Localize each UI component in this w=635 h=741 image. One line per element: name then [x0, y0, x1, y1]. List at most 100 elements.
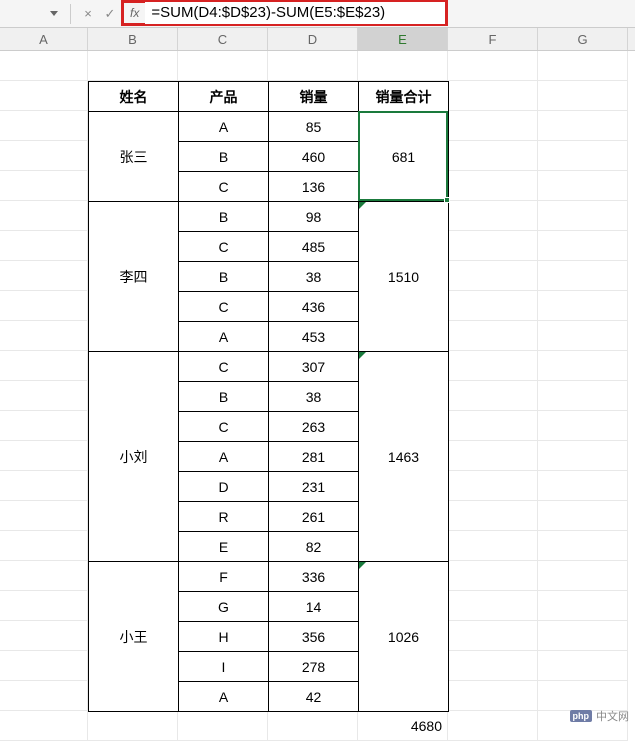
grid-cell[interactable]: [0, 291, 88, 321]
grid-cell[interactable]: [538, 351, 628, 381]
product-cell[interactable]: A: [179, 322, 269, 352]
total-cell[interactable]: 681: [359, 112, 449, 202]
grid-cell[interactable]: [0, 471, 88, 501]
header-name[interactable]: 姓名: [89, 82, 179, 112]
product-cell[interactable]: B: [179, 142, 269, 172]
product-cell[interactable]: H: [179, 622, 269, 652]
grid-cell[interactable]: [448, 681, 538, 711]
sales-cell[interactable]: 42: [269, 682, 359, 712]
grid-cell[interactable]: [178, 711, 268, 741]
sales-cell[interactable]: 85: [269, 112, 359, 142]
product-cell[interactable]: I: [179, 652, 269, 682]
grid-cell[interactable]: [0, 201, 88, 231]
grid-cell[interactable]: [0, 261, 88, 291]
sales-cell[interactable]: 307: [269, 352, 359, 382]
grid-cell[interactable]: [448, 651, 538, 681]
grid-cell[interactable]: [538, 231, 628, 261]
sales-cell[interactable]: 231: [269, 472, 359, 502]
product-cell[interactable]: B: [179, 262, 269, 292]
grid-cell[interactable]: [0, 411, 88, 441]
grid-cell[interactable]: [448, 231, 538, 261]
grid-cell[interactable]: [448, 201, 538, 231]
header-sales[interactable]: 销量: [269, 82, 359, 112]
grid-cell[interactable]: [538, 561, 628, 591]
sales-cell[interactable]: 356: [269, 622, 359, 652]
grid-cell[interactable]: [448, 351, 538, 381]
sales-cell[interactable]: 136: [269, 172, 359, 202]
grid-cell[interactable]: [0, 441, 88, 471]
grid-cell[interactable]: [0, 141, 88, 171]
grid-cell[interactable]: [448, 381, 538, 411]
grid-cell[interactable]: [448, 81, 538, 111]
grid-cell[interactable]: [538, 651, 628, 681]
total-cell[interactable]: 1026: [359, 562, 449, 712]
product-cell[interactable]: D: [179, 472, 269, 502]
grid-cell[interactable]: [448, 141, 538, 171]
col-header-D[interactable]: D: [268, 28, 358, 50]
col-header-C[interactable]: C: [178, 28, 268, 50]
col-header-G[interactable]: G: [538, 28, 628, 50]
grid-cell[interactable]: [0, 711, 88, 741]
sales-cell[interactable]: 453: [269, 322, 359, 352]
grid-cell[interactable]: [448, 621, 538, 651]
grid-cell[interactable]: [0, 171, 88, 201]
product-cell[interactable]: E: [179, 532, 269, 562]
grid-cell[interactable]: [0, 321, 88, 351]
grid-cell[interactable]: [538, 441, 628, 471]
total-cell[interactable]: 1463: [359, 352, 449, 562]
grid-cell[interactable]: [0, 651, 88, 681]
grid-cell[interactable]: [538, 81, 628, 111]
product-cell[interactable]: B: [179, 202, 269, 232]
grid-cell[interactable]: [538, 111, 628, 141]
grand-total-cell[interactable]: 4680: [358, 711, 448, 741]
grid-cell[interactable]: [0, 381, 88, 411]
name-box[interactable]: [4, 4, 64, 24]
header-total[interactable]: 销量合计: [359, 82, 449, 112]
col-header-F[interactable]: F: [448, 28, 538, 50]
sales-cell[interactable]: 38: [269, 262, 359, 292]
grid-cell[interactable]: [538, 531, 628, 561]
grid-cell[interactable]: [538, 501, 628, 531]
grid-cell[interactable]: [448, 471, 538, 501]
sales-cell[interactable]: 14: [269, 592, 359, 622]
grid-cell[interactable]: [538, 261, 628, 291]
grid-cell[interactable]: [448, 291, 538, 321]
grid-cell[interactable]: [448, 171, 538, 201]
grid-cell[interactable]: [538, 681, 628, 711]
sales-cell[interactable]: 436: [269, 292, 359, 322]
sales-cell[interactable]: 278: [269, 652, 359, 682]
enter-button[interactable]: ✓: [99, 3, 121, 25]
grid-cell[interactable]: [448, 321, 538, 351]
product-cell[interactable]: A: [179, 442, 269, 472]
grid-cell[interactable]: [268, 711, 358, 741]
name-cell[interactable]: 李四: [89, 202, 179, 352]
formula-input[interactable]: [145, 2, 445, 24]
product-cell[interactable]: A: [179, 682, 269, 712]
grid-cell[interactable]: [0, 351, 88, 381]
grid-cell[interactable]: [0, 681, 88, 711]
grid-cell[interactable]: [448, 261, 538, 291]
grid-cell[interactable]: [538, 621, 628, 651]
grid-cell[interactable]: [538, 591, 628, 621]
name-cell[interactable]: 小王: [89, 562, 179, 712]
product-cell[interactable]: C: [179, 412, 269, 442]
total-cell[interactable]: 1510: [359, 202, 449, 352]
grid-cell[interactable]: [88, 711, 178, 741]
sales-cell[interactable]: 261: [269, 502, 359, 532]
grid-cell[interactable]: [538, 411, 628, 441]
header-product[interactable]: 产品: [179, 82, 269, 112]
product-cell[interactable]: C: [179, 172, 269, 202]
grid-cell[interactable]: [448, 591, 538, 621]
grid-cell[interactable]: [268, 51, 358, 81]
sales-cell[interactable]: 460: [269, 142, 359, 172]
grid-cell[interactable]: [448, 531, 538, 561]
grid-cell[interactable]: [0, 231, 88, 261]
grid-cell[interactable]: [538, 321, 628, 351]
product-cell[interactable]: B: [179, 382, 269, 412]
grid-cell[interactable]: [448, 411, 538, 441]
grid-cell[interactable]: [448, 111, 538, 141]
grid-cell[interactable]: [538, 381, 628, 411]
sales-cell[interactable]: 485: [269, 232, 359, 262]
product-cell[interactable]: C: [179, 352, 269, 382]
grid-cell[interactable]: [0, 81, 88, 111]
